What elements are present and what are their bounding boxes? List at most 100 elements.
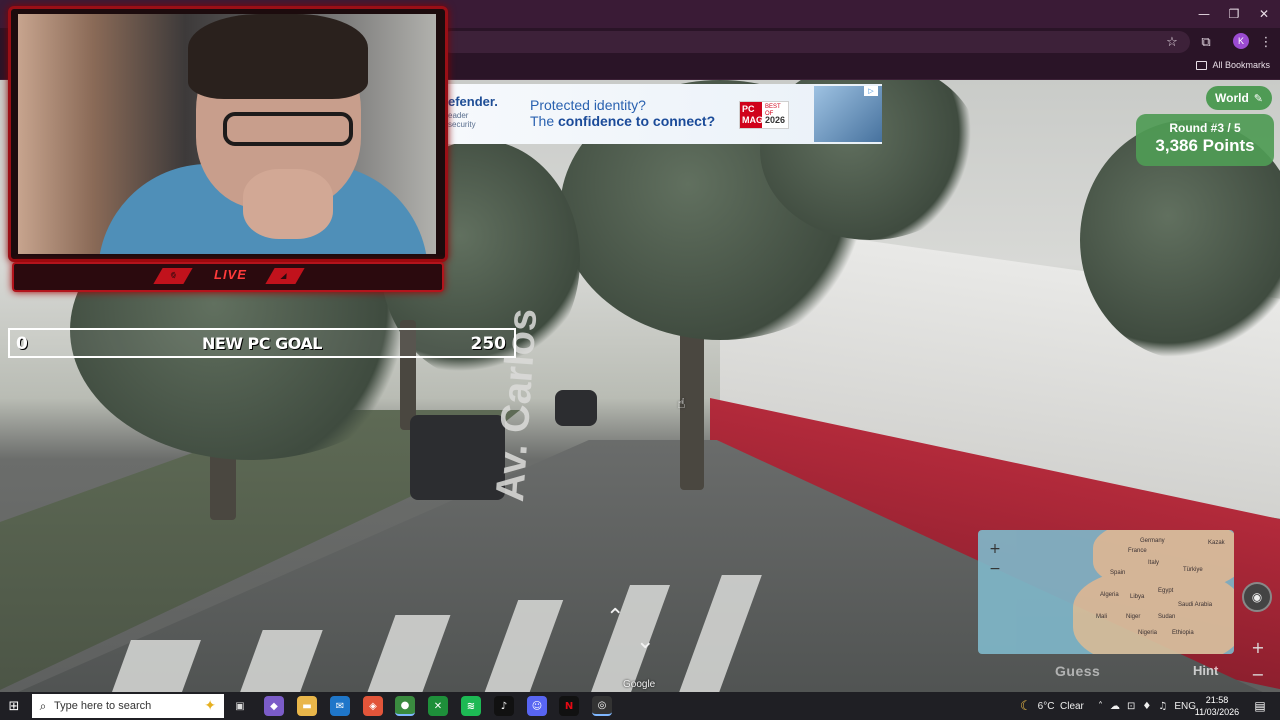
- moon-icon: ☾: [1020, 698, 1032, 714]
- restore-button[interactable]: ❐: [1218, 0, 1250, 28]
- brave-icon[interactable]: ◈: [363, 696, 383, 716]
- panorama-zoom-out-button[interactable]: −: [1248, 664, 1268, 684]
- screen: — ❐ ✕ ☆ ⧉ K ⋮ All Bookmarks Av. Carlos ⌃…: [0, 0, 1280, 720]
- ad-subheadline-prefix: The: [530, 113, 559, 129]
- profile-avatar[interactable]: K: [1233, 33, 1249, 49]
- streamer-hand: [243, 169, 333, 239]
- points-total: 3,386 Points: [1155, 136, 1255, 155]
- compass-icon[interactable]: ◉: [1242, 582, 1272, 612]
- map-zoom-out-button[interactable]: −: [984, 560, 1006, 578]
- clock-time: 21:58: [1205, 695, 1229, 705]
- pcmag-badge: PC MAG BEST OF 2026: [739, 101, 789, 129]
- live-label: LIVE: [214, 267, 247, 282]
- map-label: Egypt: [1158, 588, 1174, 594]
- map-label: Kazak: [1208, 540, 1225, 546]
- extensions-icon[interactable]: ⧉: [1196, 32, 1216, 52]
- clock[interactable]: 21:58 11/03/2026: [1192, 694, 1242, 718]
- obs-icon[interactable]: ◎: [592, 696, 612, 716]
- spotify-icon[interactable]: ≋: [461, 696, 481, 716]
- badge-year: 2026: [765, 115, 786, 125]
- edit-pencil-icon: ✎: [1253, 91, 1263, 105]
- copilot-icon[interactable]: ◆: [264, 696, 284, 716]
- network-icon[interactable]: ⊡: [1127, 701, 1135, 712]
- goal-target: 250: [470, 334, 507, 354]
- file-explorer-icon[interactable]: ▬: [297, 696, 317, 716]
- tiktok-icon[interactable]: ♪: [494, 696, 514, 716]
- netflix-icon[interactable]: N: [559, 696, 579, 716]
- guess-bar: Guess Hint: [1000, 660, 1232, 682]
- map-label: Mali: [1096, 614, 1108, 620]
- panorama-zoom-in-button[interactable]: +: [1248, 637, 1268, 657]
- map-label: Saudi Arabia: [1178, 602, 1213, 608]
- minimize-button[interactable]: —: [1188, 0, 1220, 28]
- map-label: Libya: [1130, 594, 1145, 600]
- map-zoom-in-button[interactable]: +: [984, 540, 1006, 558]
- weather-text: 6°C Clear: [1037, 700, 1084, 712]
- game-mode-pill[interactable]: World ✎: [1206, 86, 1272, 110]
- speaker-icon[interactable]: ♫: [1158, 701, 1167, 712]
- all-bookmarks-label: All Bookmarks: [1212, 60, 1270, 70]
- notifications-icon[interactable]: ▤: [1250, 696, 1270, 716]
- map-label: Sudan: [1158, 614, 1176, 620]
- close-button[interactable]: ✕: [1248, 0, 1280, 28]
- clock-date: 11/03/2026: [1194, 707, 1240, 717]
- discord-icon[interactable]: ☺: [527, 696, 547, 716]
- windows-start-icon[interactable]: ⊞: [6, 698, 22, 714]
- taskbar-search-box[interactable]: ⌕ Type here to search ✦: [32, 694, 224, 718]
- weather-widget[interactable]: ☾ 6°C Clear: [1020, 692, 1084, 720]
- map-label: France: [1128, 548, 1147, 554]
- onedrive-icon[interactable]: ☁: [1110, 701, 1120, 712]
- task-view-icon[interactable]: ▣: [230, 696, 250, 716]
- streamer-glasses: [223, 112, 353, 146]
- browser-menu-icon[interactable]: ⋮: [1256, 32, 1276, 52]
- map-land-africa: [1073, 570, 1234, 654]
- webcam-video: [18, 14, 436, 254]
- mouse-cursor-icon: ☝: [677, 396, 686, 412]
- pc-goal-bar: NEW PC GOAL 0 250: [8, 328, 516, 358]
- score-panel: Round #3 / 5 3,386 Points: [1136, 114, 1274, 166]
- streamer-hair: [188, 14, 368, 99]
- search-placeholder: Type here to search: [54, 700, 152, 712]
- ad-subheadline: The confidence to connect?: [530, 113, 715, 129]
- xbox-icon[interactable]: ✕: [428, 696, 448, 716]
- map-label: Ethiopia: [1172, 630, 1194, 636]
- pcmag-logo: PC MAG: [740, 102, 763, 128]
- mic-icon[interactable]: ♦: [1142, 701, 1151, 712]
- ad-brand: efender.: [448, 94, 498, 109]
- ad-info-icon[interactable]: ▷: [864, 86, 878, 96]
- ad-headline: Protected identity?: [530, 97, 646, 113]
- parked-car: [555, 390, 597, 426]
- tray-chevron-icon[interactable]: ˄: [1098, 701, 1103, 712]
- bookmark-star-icon[interactable]: ☆: [1162, 32, 1182, 52]
- map-label: Algeria: [1100, 592, 1119, 598]
- ad-brand-tagline: eader security: [448, 111, 476, 129]
- hint-button[interactable]: Hint: [1193, 663, 1218, 678]
- map-label: Spain: [1110, 570, 1126, 576]
- goal-current: 0: [16, 334, 28, 354]
- round-counter: Round #3 / 5: [1169, 121, 1241, 135]
- folder-icon: [1196, 60, 1208, 70]
- mail-icon[interactable]: ✉: [330, 696, 350, 716]
- search-highlight-icon: ✦: [204, 697, 216, 713]
- system-tray: ˄ ☁ ⊡ ♦ ♫ ENG: [1098, 692, 1196, 720]
- ad-subheadline-bold: confidence to connect?: [558, 113, 716, 129]
- address-bar[interactable]: [440, 31, 1190, 53]
- game-mode-label: World: [1215, 91, 1249, 105]
- chrome-icon[interactable]: ●: [395, 696, 415, 716]
- goal-title: NEW PC GOAL: [202, 334, 322, 353]
- google-attribution: Google: [623, 679, 656, 690]
- webcam-overlay: ✎ LIVE ▲: [8, 6, 448, 296]
- guess-minimap[interactable]: Germany France Italy Spain Türkiye Alger…: [978, 530, 1234, 654]
- guess-button[interactable]: Guess: [1055, 663, 1100, 679]
- map-label: Germany: [1140, 538, 1165, 544]
- move-back-arrow-icon[interactable]: ⌃: [636, 626, 654, 651]
- search-icon: ⌕: [39, 698, 47, 713]
- ad-banner[interactable]: efender. eader security Protected identi…: [448, 84, 882, 144]
- map-label: Nigeria: [1138, 630, 1158, 636]
- all-bookmarks-button[interactable]: All Bookmarks: [1196, 60, 1270, 70]
- map-label: Niger: [1126, 614, 1141, 620]
- move-forward-arrow-icon[interactable]: ⌃: [606, 605, 624, 630]
- windows-taskbar: ⊞ ⌕ Type here to search ✦ ▣ ◆ ▬ ✉ ◈ ● ✕ …: [0, 692, 1280, 720]
- map-label: Türkiye: [1183, 567, 1203, 573]
- map-label: Italy: [1148, 560, 1160, 566]
